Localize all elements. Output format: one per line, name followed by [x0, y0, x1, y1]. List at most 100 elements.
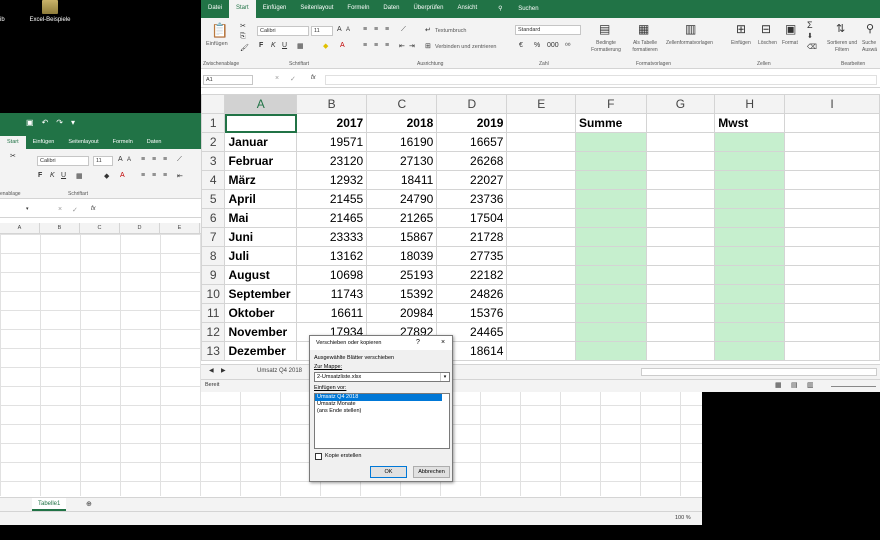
align-right-icon[interactable]: ≡: [385, 42, 389, 49]
italic-icon[interactable]: K: [271, 42, 276, 49]
wrap-text-icon[interactable]: ↵: [425, 26, 431, 34]
conditional-format-icon[interactable]: ▤: [599, 22, 610, 36]
cell-g[interactable]: [645, 132, 716, 152]
conditional-format-button[interactable]: Bedingte Formatierung: [586, 40, 626, 54]
cell-summe[interactable]: [574, 208, 647, 228]
ok-button[interactable]: OK: [370, 466, 407, 478]
cell-g[interactable]: [645, 208, 716, 228]
cell-mwst[interactable]: [714, 303, 786, 323]
namebox-dropdown-icon[interactable]: ▾: [26, 206, 29, 212]
autosum-icon[interactable]: Σ: [807, 20, 813, 30]
shrink-font-icon[interactable]: A: [127, 157, 131, 163]
decrease-indent-icon[interactable]: ⇤: [399, 42, 405, 50]
cell-e[interactable]: [506, 227, 576, 247]
cell-month[interactable]: Februar: [224, 151, 298, 171]
fill-color-icon[interactable]: ◆: [104, 172, 109, 180]
cell-i[interactable]: [784, 341, 880, 361]
cell-2018[interactable]: 21265: [366, 208, 438, 228]
cell-2017[interactable]: 11743: [296, 284, 368, 304]
cell-2018[interactable]: 27130: [366, 151, 438, 171]
cell-i[interactable]: [784, 246, 880, 266]
desktop-folder-excel-beispiele[interactable]: Excel-Beispiele: [26, 0, 74, 23]
confirm-icon[interactable]: ✓: [72, 206, 78, 214]
cell-mwst[interactable]: [714, 132, 786, 152]
row-header[interactable]: 4: [201, 170, 226, 190]
cell-i[interactable]: [784, 322, 880, 342]
cell-month[interactable]: Juli: [224, 246, 298, 266]
row-header[interactable]: 11: [201, 303, 226, 323]
align-center-icon[interactable]: ≡: [374, 42, 378, 49]
insert-function-icon[interactable]: fx: [311, 75, 316, 81]
cell-e[interactable]: [506, 189, 576, 209]
merge-center-button[interactable]: Verbinden und zentrieren: [435, 44, 496, 50]
list-item[interactable]: Umsatz Q4 2018: [315, 394, 442, 401]
cell-2017[interactable]: 23120: [296, 151, 368, 171]
cell-2019[interactable]: 23736: [436, 189, 508, 209]
row-header[interactable]: 9: [201, 265, 226, 285]
col-header-i[interactable]: I: [784, 94, 880, 114]
align-left-icon[interactable]: ≡: [363, 42, 367, 49]
underline-icon[interactable]: U: [61, 172, 66, 179]
fill-color-icon[interactable]: ◆: [323, 42, 328, 50]
cell-g[interactable]: [645, 284, 716, 304]
cell-2018[interactable]: 18039: [366, 246, 438, 266]
paste-icon[interactable]: 📋: [211, 22, 228, 39]
cell-mwst-header[interactable]: Mwst: [714, 113, 786, 133]
cell-2019[interactable]: 24826: [436, 284, 508, 304]
save-icon[interactable]: ▣: [26, 118, 34, 127]
cell-e[interactable]: [506, 341, 576, 361]
align-bottom-icon[interactable]: ≡: [163, 156, 167, 163]
cell-e[interactable]: [506, 265, 576, 285]
cell-i1[interactable]: [784, 113, 880, 133]
col-header-c[interactable]: C: [366, 94, 438, 114]
orientation-icon[interactable]: ⟋: [177, 156, 182, 164]
tab-datei[interactable]: Datei: [201, 0, 229, 18]
row-header[interactable]: 5: [201, 189, 226, 209]
help-icon[interactable]: ?: [416, 336, 420, 350]
cell-i[interactable]: [784, 208, 880, 228]
align-middle-icon[interactable]: ≡: [374, 26, 378, 33]
cell-e[interactable]: [506, 303, 576, 323]
decimal-icon[interactable]: ⁰⁰: [565, 42, 571, 50]
cell-2017[interactable]: 16611: [296, 303, 368, 323]
page-layout-icon[interactable]: ▤: [791, 381, 798, 389]
grow-font-icon[interactable]: A: [337, 26, 342, 33]
cell-2017[interactable]: 21455: [296, 189, 368, 209]
page-break-icon[interactable]: ▥: [807, 381, 814, 389]
cell-e[interactable]: [506, 208, 576, 228]
italic-icon[interactable]: K: [50, 172, 55, 179]
cell-g[interactable]: [645, 303, 716, 323]
cell-summe[interactable]: [574, 284, 647, 304]
cell-year-2018[interactable]: 2018: [366, 113, 438, 133]
cell-2019[interactable]: 27735: [436, 246, 508, 266]
insert-before-listbox[interactable]: Umsatz Q4 2018 Umsatz Monate (ans Ende s…: [314, 393, 450, 449]
cell-2018[interactable]: 18411: [366, 170, 438, 190]
cell-mwst[interactable]: [714, 189, 786, 209]
row-header[interactable]: 1: [201, 113, 226, 133]
cancel-button[interactable]: Abbrechen: [413, 466, 450, 478]
cell-2017[interactable]: 19571: [296, 132, 368, 152]
currency-icon[interactable]: €: [519, 42, 523, 49]
cell-month[interactable]: März: [224, 170, 298, 190]
number-format-select[interactable]: Standard: [515, 25, 581, 35]
cell-summe[interactable]: [574, 265, 647, 285]
cell-i[interactable]: [784, 265, 880, 285]
cell-mwst[interactable]: [714, 341, 786, 361]
sheet-tab-umsatz-q4-2018[interactable]: Umsatz Q4 2018: [257, 368, 302, 374]
cell-2019[interactable]: 22182: [436, 265, 508, 285]
back-font-select[interactable]: Calibri: [37, 156, 89, 166]
cell-year-2017[interactable]: 2017: [296, 113, 368, 133]
cell-g[interactable]: [645, 341, 716, 361]
cell-year-2019[interactable]: 2019: [436, 113, 508, 133]
cell-2017[interactable]: 23333: [296, 227, 368, 247]
back-size-select[interactable]: 11: [93, 156, 113, 166]
cell-mwst[interactable]: [714, 322, 786, 342]
format-painter-icon[interactable]: 🖌: [240, 44, 249, 52]
align-top-icon[interactable]: ≡: [141, 156, 145, 163]
align-left-icon[interactable]: ≡: [141, 172, 145, 179]
cell-g1[interactable]: [645, 113, 716, 133]
cell-e[interactable]: [506, 170, 576, 190]
cell-e[interactable]: [506, 151, 576, 171]
back-col-d[interactable]: D: [120, 223, 160, 233]
chevron-down-icon[interactable]: ▾: [440, 373, 449, 381]
